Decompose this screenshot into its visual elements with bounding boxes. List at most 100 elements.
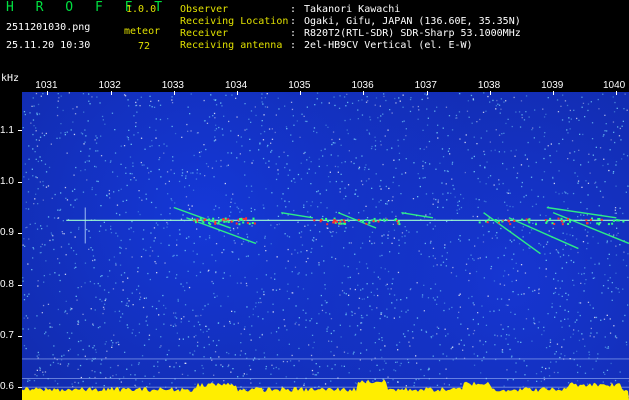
noise-speck [456,209,458,211]
noise-speck [606,130,608,132]
noise-speck [479,340,481,343]
noise-speck [538,267,541,269]
noise-speck [369,240,371,242]
meteor-echo [281,211,313,219]
noise-speck [192,172,194,174]
noise-speck [89,236,91,239]
noise-speck [321,309,324,312]
noise-speck [258,253,260,256]
noise-speck [473,329,476,332]
noise-speck [148,334,151,336]
noise-speck [533,317,535,319]
noise-speck [304,120,307,122]
noise-speck [119,320,121,322]
noise-speck [149,255,151,257]
noise-speck [470,94,473,97]
noise-speck [124,95,127,97]
noise-speck [262,103,264,105]
noise-speck [82,191,85,193]
noise-speck [223,249,225,251]
noise-speck [95,135,97,137]
noise-speck [162,294,164,297]
noise-speck [489,310,491,313]
noise-speck [220,364,222,366]
noise-speck [555,312,558,314]
noise-speck [150,100,152,102]
noise-speck [227,152,229,154]
noise-speck [170,169,172,171]
noise-speck [572,192,575,195]
noise-speck [371,242,373,245]
noise-speck [337,166,339,168]
echo-dot [497,220,500,223]
noise-speck [349,288,351,290]
echo-dot [383,219,385,222]
noise-speck [155,308,158,310]
noise-speck [242,240,245,243]
noise-speck [95,296,97,298]
noise-speck [581,96,583,98]
noise-speck [62,109,64,112]
noise-speck [160,213,162,216]
noise-speck [458,111,461,113]
noise-speck [619,127,621,130]
noise-speck [425,331,428,333]
echo-dot [509,223,512,226]
noise-speck [137,211,139,213]
noise-speck [510,356,513,358]
noise-speck [368,133,371,135]
noise-speck [77,323,79,325]
noise-speck [182,338,184,340]
noise-speck [86,179,88,181]
noise-speck [521,181,523,184]
noise-speck [159,157,161,159]
noise-speck [175,325,177,327]
noise-speck [284,105,286,107]
noise-speck [201,364,203,367]
noise-speck [183,316,185,318]
noise-speck [517,293,519,296]
noise-speck [35,139,38,141]
noise-speck [398,97,400,99]
meteor-label: meteor [124,26,161,37]
noise-speck [74,262,76,265]
noise-speck [307,298,309,300]
noise-speck [290,180,293,182]
noise-speck [255,302,257,304]
noise-speck [154,237,156,239]
noise-speck [482,241,485,243]
noise-speck [538,242,540,245]
noise-speck [483,153,486,156]
noise-speck [276,256,278,258]
noise-speck [324,148,326,150]
noise-speck [432,265,435,267]
noise-speck [163,227,165,229]
noise-speck [513,328,515,330]
noise-speck [305,312,307,314]
noise-speck [547,97,549,99]
noise-speck [393,159,395,161]
noise-speck [361,298,363,300]
noise-speck [214,139,217,141]
noise-speck [78,226,80,229]
noise-speck [367,100,369,102]
noise-speck [388,231,390,233]
noise-speck [445,183,447,185]
noise-speck [71,332,73,334]
noise-speck [499,112,501,114]
noise-speck [427,117,429,119]
noise-speck [298,324,300,326]
noise-speck [142,238,144,240]
noise-speck [25,208,27,210]
noise-speck [193,242,195,244]
noise-speck [287,283,289,285]
noise-speck [262,139,265,141]
noise-speck [211,280,213,283]
noise-speck [86,228,88,231]
noise-speck [442,261,445,263]
noise-speck [572,333,574,335]
noise-speck [133,177,135,179]
noise-speck [543,330,545,332]
noise-speck [560,353,562,355]
noise-speck [531,129,533,131]
